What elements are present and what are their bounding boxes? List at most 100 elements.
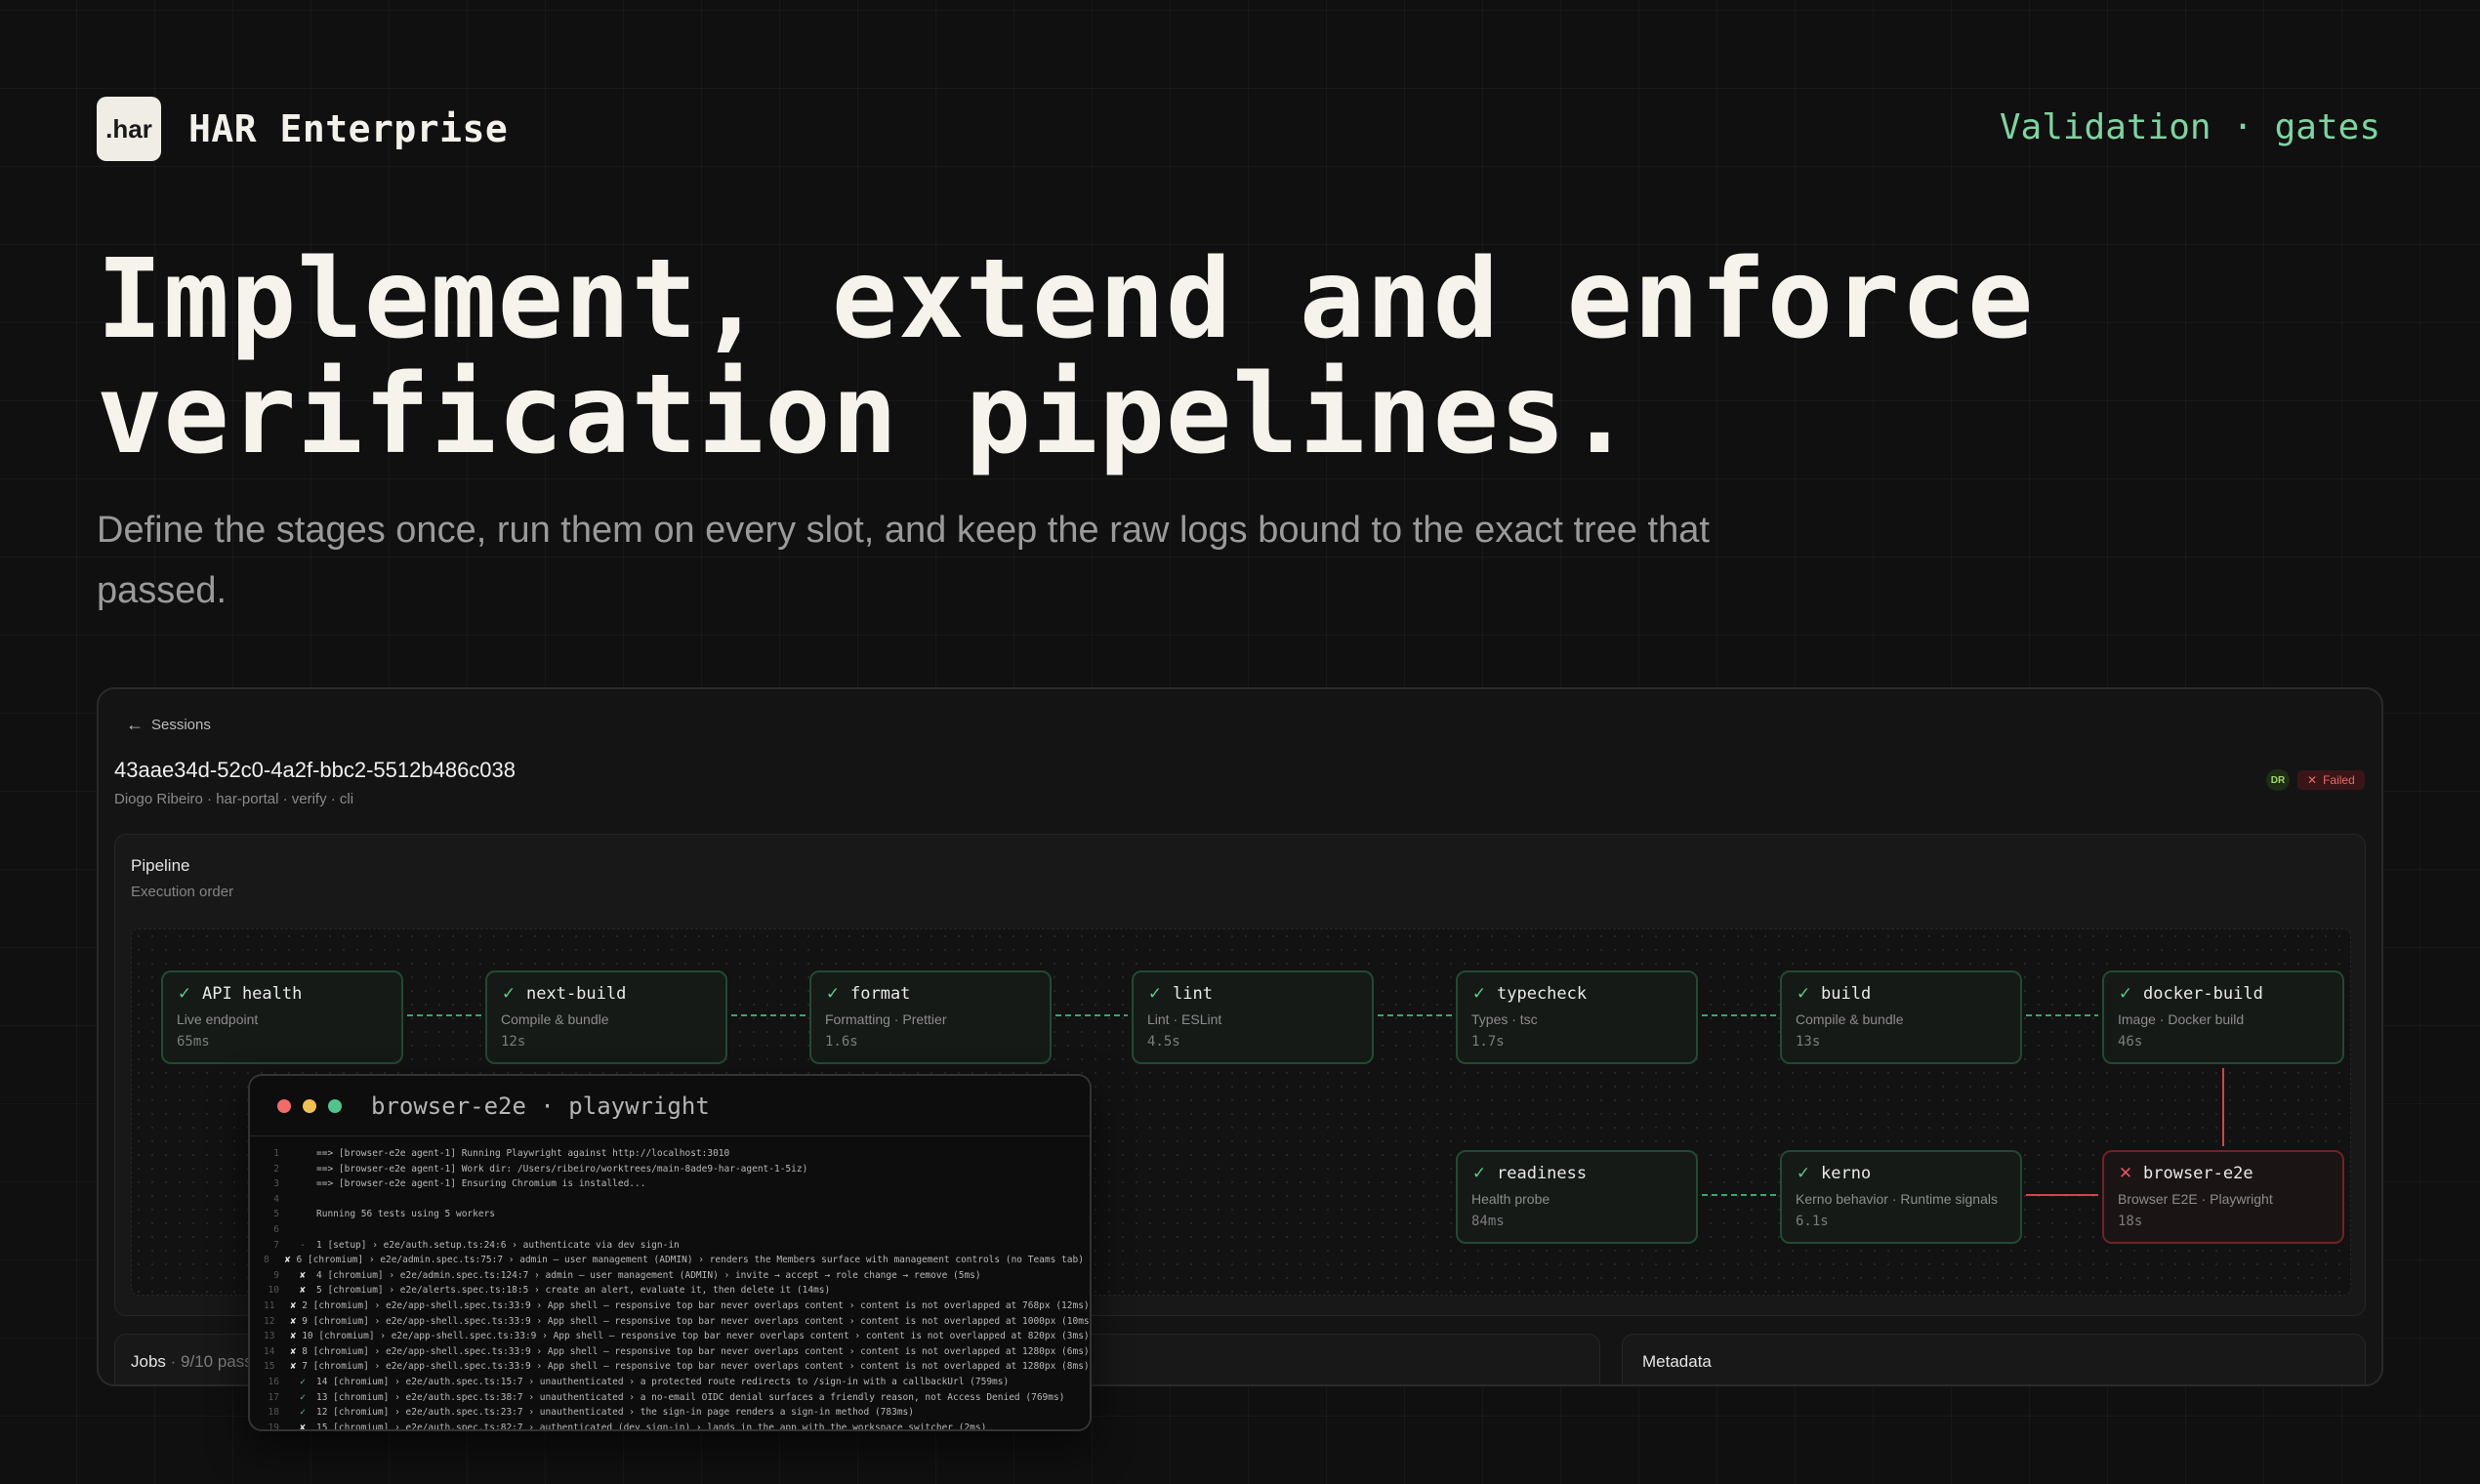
check-icon: ✓: [1471, 984, 1487, 1003]
status-badge: ✕ Failed: [2297, 770, 2365, 790]
log-line-text: 12 [chromium] › e2e/auth.spec.ts:23:7 › …: [316, 1407, 914, 1419]
log-line-status: -: [300, 1239, 306, 1251]
log-line-text: 1 [setup] › e2e/auth.setup.ts:24:6 › aut…: [316, 1239, 680, 1251]
stage-header: ✓ typecheck: [1471, 984, 1682, 1004]
log-line: 19 ✘ 15 [chromium] › e2e/auth.spec.ts:82:7…: [264, 1421, 1076, 1431]
hero-title-line1: Implement, extend and enforce: [97, 236, 2035, 363]
log-line-status: ✓: [300, 1391, 306, 1403]
log-line-text: 5 [chromium] › e2e/alerts.spec.ts:18:5 ›…: [316, 1285, 831, 1297]
pipeline-stage-docker-build[interactable]: ✓ docker-build Image · Docker build 46s: [2102, 970, 2344, 1064]
log-line: 8 ✘ 6 [chromium] › e2e/admin.spec.ts:75:7 …: [264, 1253, 1090, 1268]
hero-title-line2: verification pipelines.: [97, 351, 1633, 478]
pipeline-stage-api-health[interactable]: ✓ API health Live endpoint 65ms: [161, 970, 403, 1064]
log-line: 3 ==> [browser-e2e agent-1] Ensuring Chro…: [264, 1176, 1076, 1192]
log-line-text: 9 [chromium] › e2e/app-shell.spec.ts:33:…: [302, 1315, 1092, 1327]
stage-duration: 6.1s: [1796, 1214, 1829, 1229]
log-line-text: 14 [chromium] › e2e/auth.spec.ts:15:7 › …: [316, 1376, 1010, 1387]
log-line: 16 ✓ 14 [chromium] › e2e/auth.spec.ts:15:7…: [264, 1375, 1076, 1390]
log-line-number: 3: [273, 1178, 279, 1190]
session-meta: Diogo Ribeiro · har-portal · verify · cl…: [114, 791, 354, 807]
log-line: 4: [264, 1192, 1076, 1208]
maximize-window-button[interactable]: [328, 1098, 342, 1113]
log-line: 10 ✘ 5 [chromium] › e2e/alerts.spec.ts:18:…: [264, 1283, 1076, 1298]
log-line: 11 ✘ 2 [chromium] › e2e/app-shell.spec.ts:…: [264, 1298, 1090, 1314]
x-icon: ✕: [2118, 1164, 2133, 1182]
log-line-number: 11: [264, 1299, 275, 1311]
log-line-number: 12: [264, 1315, 275, 1327]
log-terminal-window: browser-e2e · playwright 1 ==> [browser-e…: [248, 1074, 1092, 1431]
terminal-log[interactable]: 1 ==> [browser-e2e agent-1] Running Playw…: [250, 1136, 1090, 1431]
pipeline-stage-readiness[interactable]: ✓ readiness Health probe 84ms: [1456, 1150, 1698, 1244]
stage-description: Browser E2E · Playwright: [2118, 1191, 2273, 1207]
minimize-window-button[interactable]: [303, 1098, 316, 1113]
log-line-status: ✘: [300, 1269, 306, 1281]
pipeline-stage-format[interactable]: ✓ format Formatting · Prettier 1.6s: [809, 970, 1052, 1064]
log-line: 13 ✘ 10 [chromium] › e2e/app-shell.spec.ts…: [264, 1329, 1090, 1344]
stage-description: Image · Docker build: [2118, 1011, 2245, 1027]
log-line-status: ✘: [300, 1285, 306, 1297]
log-line-status: ✘: [290, 1345, 297, 1357]
stage-description: Lint · ESLint: [1147, 1011, 1222, 1027]
stage-duration: 13s: [1796, 1034, 1821, 1050]
log-line-text: 15 [chromium] › e2e/auth.spec.ts:82:7 › …: [316, 1422, 987, 1431]
close-window-button[interactable]: [277, 1098, 291, 1113]
brand-logo: .har: [97, 97, 161, 161]
close-icon: ✕: [2307, 773, 2318, 787]
log-line-text: 6 [chromium] › e2e/admin.spec.ts:75:7 › …: [296, 1255, 1092, 1266]
log-line-text: 4 [chromium] › e2e/admin.spec.ts:124:7 ›…: [316, 1269, 981, 1281]
stage-header: ✓ next-build: [501, 984, 712, 1004]
log-line-status: ✘: [290, 1331, 297, 1342]
log-line-status: [295, 1207, 310, 1222]
log-line: 12 ✘ 9 [chromium] › e2e/app-shell.spec.ts:…: [264, 1314, 1090, 1330]
pipeline-stage-build[interactable]: ✓ build Compile & bundle 13s: [1780, 970, 2022, 1064]
log-line: 7 -1 [setup] › e2e/auth.setup.ts:24:6 › a…: [264, 1238, 1076, 1254]
pipeline-stage-browser-e2e[interactable]: ✕ browser-e2e Browser E2E · Playwright 18s: [2102, 1150, 2344, 1244]
log-line-text: 7 [chromium] › e2e/app-shell.spec.ts:33:…: [302, 1361, 1090, 1373]
stage-name: build: [1821, 984, 1872, 1004]
log-line-status: ✘: [290, 1361, 297, 1373]
stage-duration: 65ms: [177, 1034, 210, 1050]
log-line-number: 15: [264, 1361, 275, 1373]
check-icon: ✓: [1796, 984, 1811, 1003]
log-line: 2 ==> [browser-e2e agent-1] Work dir: /Us…: [264, 1162, 1076, 1177]
log-line-text: 10 [chromium] › e2e/app-shell.spec.ts:33…: [302, 1331, 1090, 1342]
log-line-number: 4: [273, 1193, 279, 1205]
stage-header: ✓ build: [1796, 984, 2006, 1004]
pipeline-stage-next-build[interactable]: ✓ next-build Compile & bundle 12s: [485, 970, 727, 1064]
log-line-number: 7: [273, 1239, 279, 1251]
pipeline-stage-typecheck[interactable]: ✓ typecheck Types · tsc 1.7s: [1456, 970, 1698, 1064]
log-line-status: [295, 1192, 310, 1208]
log-line-text: ==> [browser-e2e agent-1] Running Playwr…: [316, 1148, 730, 1159]
check-icon: ✓: [1147, 984, 1163, 1003]
log-line: 14 ✘ 8 [chromium] › e2e/app-shell.spec.ts:…: [264, 1344, 1090, 1360]
brand[interactable]: .har HAR Enterprise: [97, 97, 508, 161]
stage-name: kerno: [1821, 1164, 1872, 1183]
stage-description: Live endpoint: [177, 1011, 259, 1027]
arrow-left-icon: ←: [126, 715, 144, 734]
stage-duration: 84ms: [1471, 1214, 1505, 1229]
log-line-number: 6: [273, 1223, 279, 1235]
stage-description: Kerno behavior · Runtime signals: [1796, 1191, 1998, 1207]
stage-description: Types · tsc: [1471, 1011, 1538, 1027]
back-to-sessions-link[interactable]: ← Sessions: [126, 715, 211, 735]
check-icon: ✓: [2118, 984, 2133, 1003]
pipeline-title: Pipeline: [131, 856, 190, 875]
pipeline-stage-lint[interactable]: ✓ lint Lint · ESLint 4.5s: [1132, 970, 1374, 1064]
log-line-number: 10: [268, 1285, 279, 1297]
terminal-titlebar: browser-e2e · playwright: [250, 1076, 1090, 1136]
log-line-number: 19: [268, 1422, 279, 1431]
log-line-number: 1: [273, 1148, 279, 1159]
pipeline-subtitle: Execution order: [131, 884, 234, 900]
stage-duration: 12s: [501, 1034, 526, 1050]
pipeline-stage-kerno[interactable]: ✓ kerno Kerno behavior · Runtime signals 6.…: [1780, 1150, 2022, 1244]
metadata-panel: Metadata: [1622, 1334, 2366, 1384]
stage-duration: 18s: [2118, 1214, 2143, 1229]
check-icon: ✓: [1471, 1164, 1487, 1182]
avatar[interactable]: DR: [2266, 769, 2290, 791]
log-line-status: [295, 1176, 310, 1192]
log-line-status: ✘: [300, 1422, 306, 1431]
brand-name: HAR Enterprise: [188, 107, 509, 150]
stage-name: lint: [1173, 984, 1213, 1004]
stage-header: ✓ docker-build: [2118, 984, 2329, 1004]
status-badge-label: Failed: [2323, 773, 2355, 787]
